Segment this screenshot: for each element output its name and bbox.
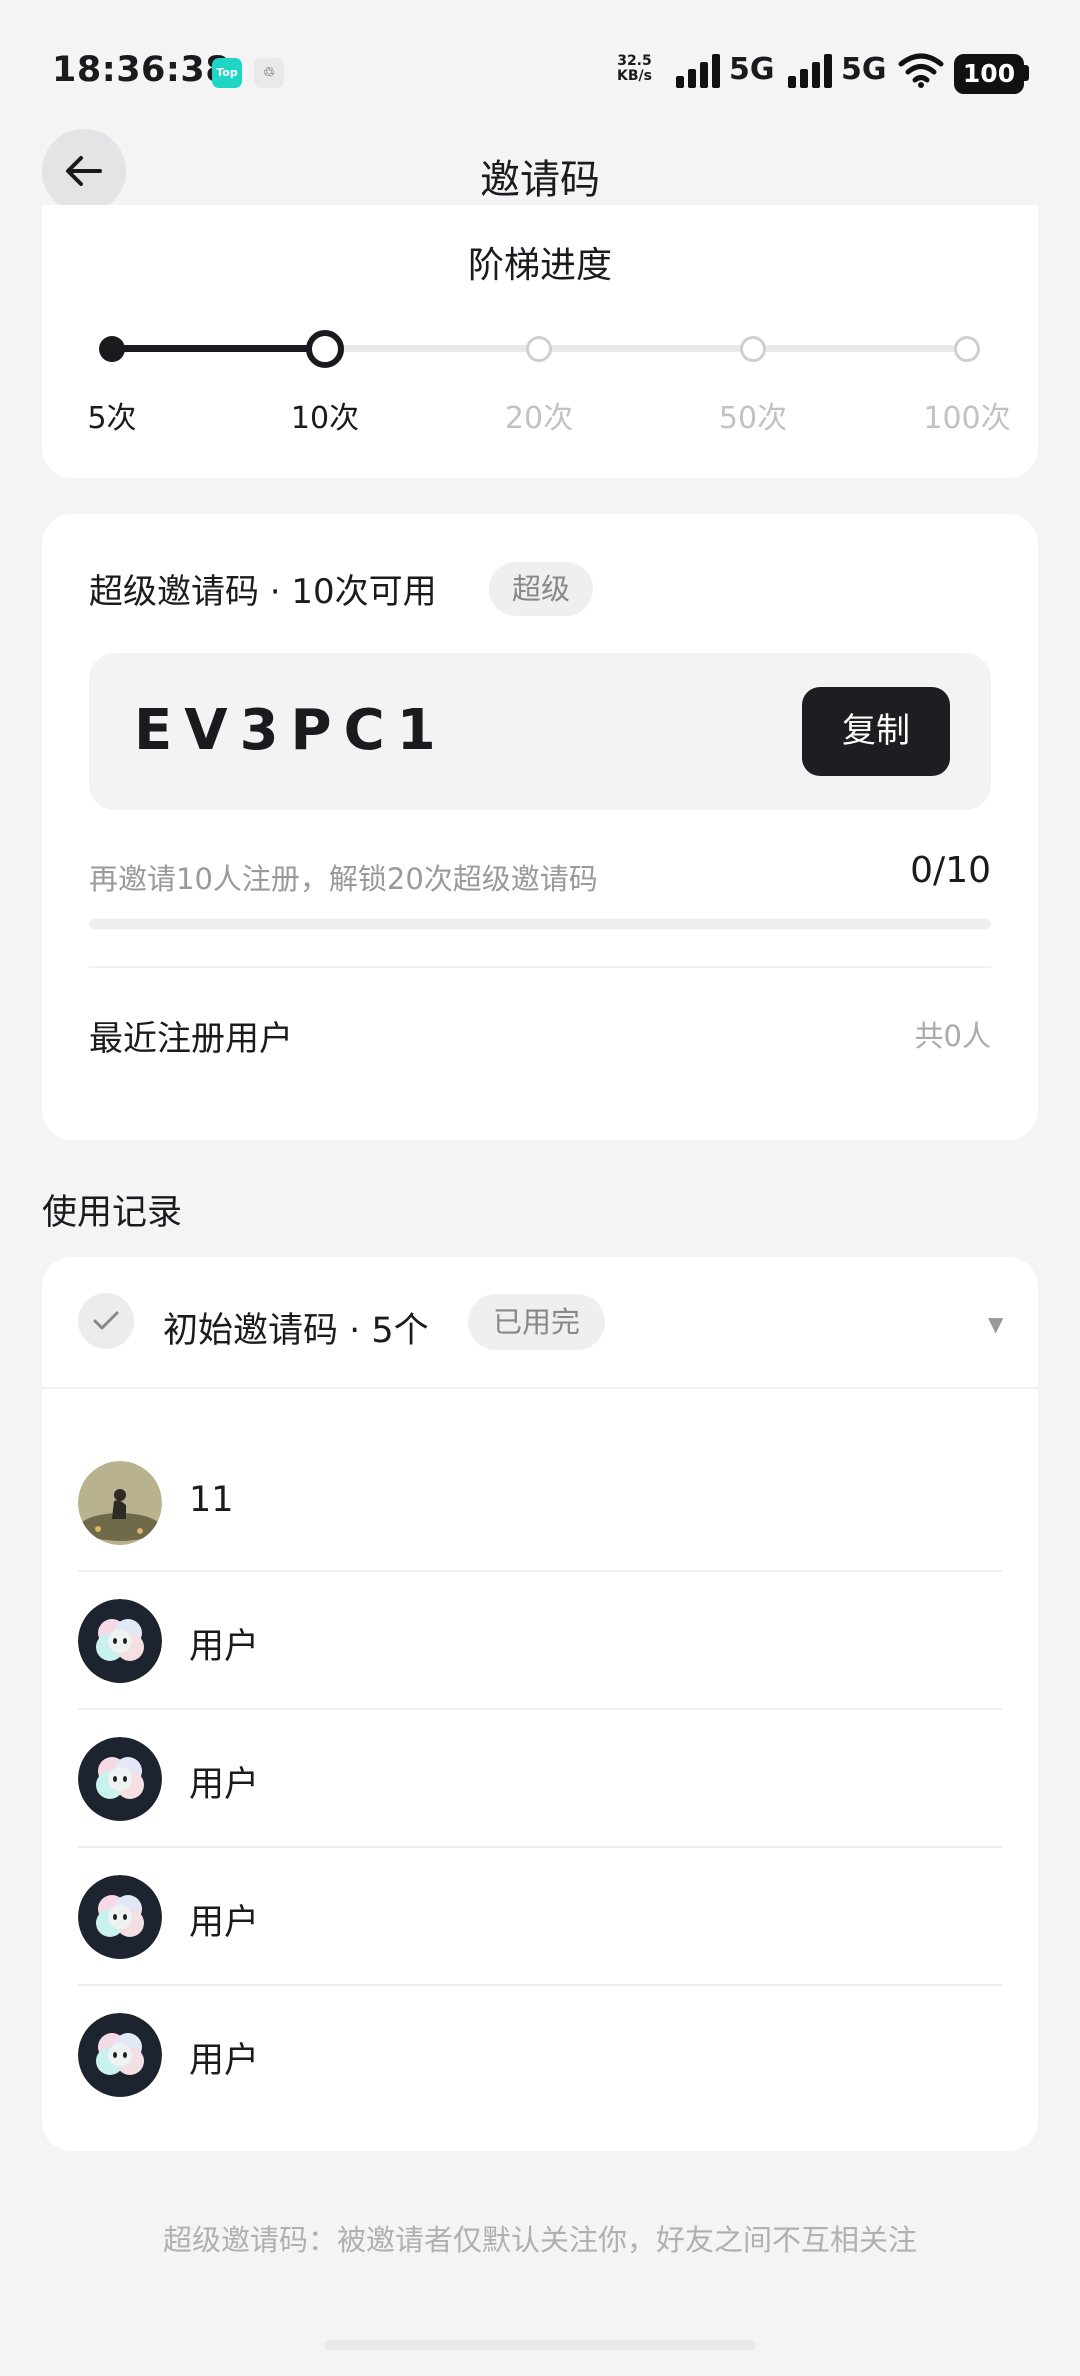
- signal-icon: [676, 54, 720, 88]
- network-speed-value: 32.5: [617, 53, 652, 69]
- recent-users-count: 共0人: [914, 1019, 991, 1053]
- record-user-name: 11: [189, 1480, 234, 1520]
- ladder-step-label: 100次: [923, 401, 1011, 436]
- usage-records-title: 使用记录: [42, 1193, 183, 1233]
- divider: [42, 1387, 1038, 1389]
- ladder-step-label: 5次: [87, 401, 137, 436]
- check-icon: [78, 1293, 134, 1349]
- default-avatar[interactable]: [78, 1875, 162, 1959]
- default-avatar[interactable]: [78, 1737, 162, 1821]
- network-speed-unit: KB/s: [617, 68, 652, 84]
- network-type-2: 5G: [841, 52, 887, 87]
- invite-progress-count: 0/10: [910, 850, 991, 891]
- battery-indicator: 100: [954, 54, 1024, 94]
- page-title: 邀请码: [480, 157, 600, 203]
- record-row[interactable]: 用户: [42, 1572, 1038, 1710]
- invite-code[interactable]: EV3PC1: [134, 698, 448, 763]
- ladder-step-dot: [954, 336, 980, 362]
- network-type-1: 5G: [729, 52, 775, 87]
- status-time: 18:36:38: [52, 50, 231, 90]
- ladder-step-dot: [306, 330, 344, 368]
- signal-icon: [788, 54, 832, 88]
- unlock-hint: 再邀请10人注册，解锁20次超级邀请码: [89, 862, 598, 896]
- record-row[interactable]: 用户: [42, 1848, 1038, 1986]
- record-row[interactable]: 用户: [42, 1710, 1038, 1848]
- used-up-tag: 已用完: [468, 1294, 605, 1350]
- record-row[interactable]: 11: [42, 1434, 1038, 1572]
- ladder-title: 阶梯进度: [467, 245, 612, 286]
- copy-button[interactable]: 复制: [802, 687, 950, 776]
- app-notification-icon: Top: [212, 58, 242, 88]
- footer-note: 超级邀请码：被邀请者仅默认关注你，好友之间不互相关注: [162, 2223, 917, 2257]
- super-tag: 超级: [489, 562, 593, 616]
- wifi-icon: [898, 53, 944, 88]
- record-user-name: 用户: [189, 1903, 260, 1943]
- chevron-down-icon[interactable]: ▼: [988, 1312, 1003, 1336]
- invite-progress-bar: [89, 919, 991, 929]
- initial-code-group-label[interactable]: 初始邀请码 · 5个: [163, 1302, 429, 1353]
- ladder-step-dot: [526, 336, 552, 362]
- recent-users-label[interactable]: 最近注册用户: [89, 1011, 293, 1060]
- ladder-step-dot: [99, 336, 125, 362]
- ladder-step-label: 20次: [504, 401, 574, 436]
- record-user-name: 用户: [189, 1627, 260, 1667]
- sync-notification-icon: ♲: [254, 58, 284, 88]
- default-avatar[interactable]: [78, 1599, 162, 1683]
- default-avatar[interactable]: [78, 2013, 162, 2097]
- record-user-name: 用户: [189, 2041, 260, 2081]
- divider: [89, 966, 991, 968]
- record-row[interactable]: 用户: [42, 1986, 1038, 2124]
- super-code-heading: 超级邀请码 · 10次可用: [89, 572, 437, 612]
- record-user-name: 用户: [189, 1765, 260, 1805]
- user-photo-avatar[interactable]: [78, 1461, 162, 1545]
- ladder-step-label: 10次: [290, 401, 360, 436]
- battery-tip: [1024, 65, 1029, 81]
- network-speed: 32.5 KB/s: [617, 54, 652, 84]
- ladder-step-dot: [740, 336, 766, 362]
- ladder-track-fill: [112, 345, 325, 352]
- home-indicator[interactable]: [324, 2340, 756, 2350]
- ladder-step-label: 50次: [718, 401, 788, 436]
